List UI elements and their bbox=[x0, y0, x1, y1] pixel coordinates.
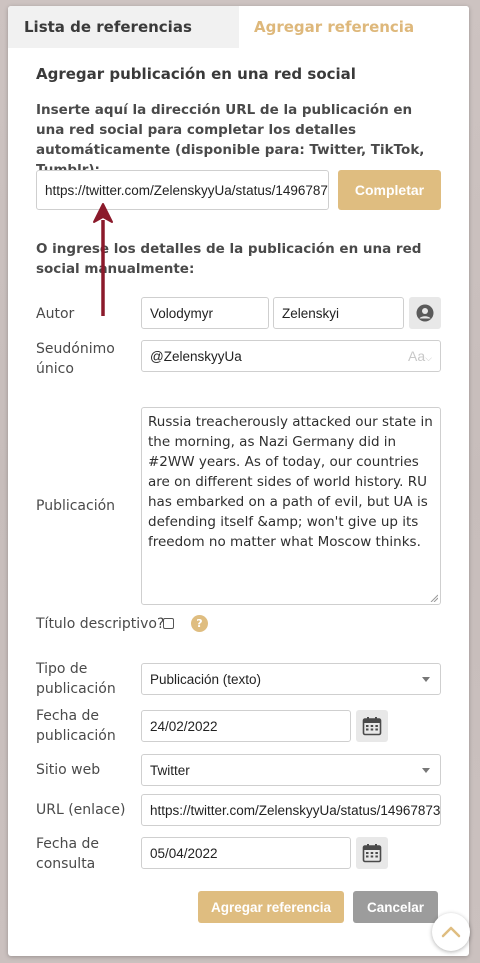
pub-date-calendar-button[interactable] bbox=[356, 710, 388, 742]
author-label: Autor bbox=[36, 306, 75, 322]
website-value: Twitter bbox=[150, 762, 190, 778]
url-label: URL (enlace) bbox=[36, 802, 126, 818]
section-title: Agregar publicación en una red social bbox=[36, 65, 356, 83]
handle-label: Seudónimo único bbox=[36, 341, 115, 377]
handle-value: @ZelenskyyUa bbox=[150, 348, 242, 364]
cancel-button[interactable]: Cancelar bbox=[353, 891, 438, 923]
calendar-icon bbox=[362, 844, 382, 863]
manual-help-text: O ingrese los detalles de la publicación… bbox=[36, 241, 422, 277]
tab-reference-list[interactable]: Lista de referencias bbox=[8, 6, 239, 48]
help-icon[interactable]: ? bbox=[191, 615, 208, 632]
post-text: Russia treacherously attacked our state … bbox=[148, 414, 433, 550]
post-url-input[interactable]: https://twitter.com/ZelenskyyUa/status/1… bbox=[36, 170, 329, 210]
scroll-to-top-button[interactable] bbox=[432, 913, 470, 951]
author-type-button[interactable] bbox=[409, 297, 441, 329]
website-label: Sitio web bbox=[36, 762, 101, 778]
post-type-select[interactable]: Publicación (texto) bbox=[141, 663, 441, 695]
author-first-name-input[interactable]: Volodymyr bbox=[141, 297, 269, 329]
reference-panel: Lista de referencias Agregar referencia … bbox=[8, 6, 469, 956]
chevron-down-icon bbox=[422, 767, 430, 773]
author-last-name-input[interactable]: Zelenskyi bbox=[273, 297, 404, 329]
tab-bar: Lista de referencias Agregar referencia bbox=[8, 6, 469, 48]
post-type-value: Publicación (texto) bbox=[150, 671, 262, 687]
pub-date-input[interactable]: 24/02/2022 bbox=[141, 710, 351, 742]
access-date-calendar-button[interactable] bbox=[356, 837, 388, 869]
user-icon bbox=[416, 304, 434, 322]
resize-handle-icon[interactable] bbox=[430, 594, 438, 602]
pub-date-label: Fecha de publicación bbox=[36, 708, 116, 744]
handle-input[interactable]: @ZelenskyyUa Aa⌵ bbox=[141, 340, 441, 372]
post-type-label: Tipo de publicación bbox=[36, 661, 116, 697]
post-label: Publicación bbox=[36, 498, 116, 514]
chevron-down-icon bbox=[422, 676, 430, 682]
text-format-icon[interactable]: Aa⌵ bbox=[408, 348, 432, 364]
url-field-input[interactable]: https://twitter.com/ZelenskyyUa/status/1… bbox=[141, 794, 441, 826]
descriptive-title-label: Título descriptivo? bbox=[36, 616, 165, 632]
add-reference-button[interactable]: Agregar referencia bbox=[198, 891, 344, 923]
text-format-glyph: Aa bbox=[408, 348, 426, 364]
url-help-text: Inserte aquí la dirección URL de la publ… bbox=[36, 102, 425, 178]
access-date-input[interactable]: 05/04/2022 bbox=[141, 837, 351, 869]
descriptive-title-checkbox[interactable] bbox=[163, 618, 174, 629]
complete-button[interactable]: Completar bbox=[338, 170, 441, 210]
calendar-icon bbox=[362, 717, 382, 736]
website-select[interactable]: Twitter bbox=[141, 754, 441, 786]
tab-add-reference[interactable]: Agregar referencia bbox=[239, 6, 469, 48]
post-textarea[interactable]: Russia treacherously attacked our state … bbox=[141, 407, 441, 605]
access-date-label: Fecha de consulta bbox=[36, 836, 99, 872]
chevron-up-icon bbox=[441, 926, 461, 938]
